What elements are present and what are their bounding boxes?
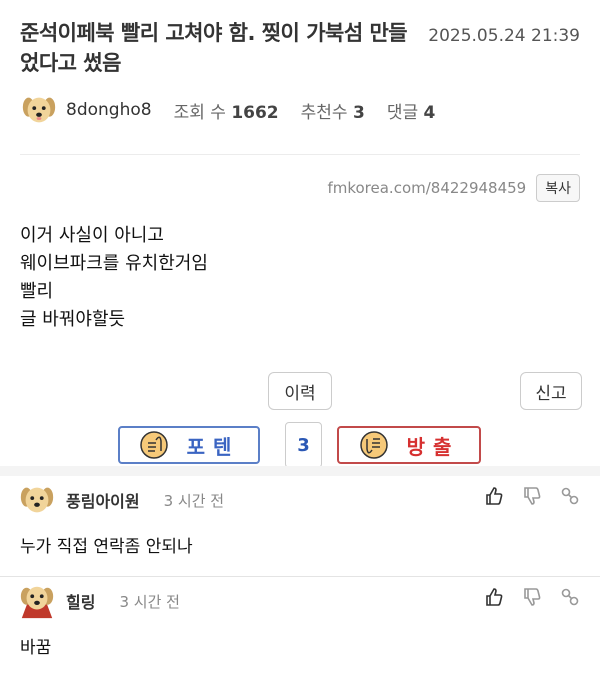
divider	[20, 154, 580, 155]
dog-avatar-icon[interactable]	[20, 91, 58, 129]
comment-actions	[484, 587, 580, 607]
thumbs-down-icon[interactable]	[522, 587, 542, 607]
dog-hero-avatar-icon[interactable]	[18, 582, 56, 620]
thumbs-up-icon[interactable]	[484, 587, 504, 607]
url-row: fmkorea.com/8422948459 복사	[327, 174, 580, 202]
comment-item: 풍림아이원 3 시간 전 누가 직접 연락좀 안되나	[0, 476, 600, 576]
post-body-line: 빨리	[20, 281, 54, 302]
comment-header: 풍림아이원 3 시간 전	[18, 480, 224, 520]
report-button[interactable]: 신고	[520, 372, 582, 410]
thumbs-down-hand-icon	[359, 431, 388, 459]
post-body-line: 웨이브파크를 유치한거임	[20, 253, 208, 274]
history-button[interactable]: 이력	[268, 372, 332, 410]
author-name[interactable]: 8dongho8	[66, 100, 152, 120]
comment-header: 힐링 3 시간 전	[18, 581, 180, 621]
comments-separator	[0, 466, 600, 476]
post-meta: 8dongho8 조회 수 1662 추천수 3 댓글 4	[20, 90, 457, 130]
comment-time: 3 시간 전	[119, 592, 180, 611]
link-icon[interactable]	[560, 587, 580, 607]
vote-up-label: 포텐	[186, 434, 240, 459]
post-url[interactable]: fmkorea.com/8422948459	[327, 179, 526, 197]
view-count: 조회 수 1662	[173, 102, 279, 123]
thumbs-down-icon[interactable]	[522, 486, 542, 506]
comment-count: 댓글 4	[386, 102, 436, 123]
vote-down-button[interactable]: 방출	[337, 426, 481, 464]
thumbs-up-hand-icon	[139, 431, 168, 459]
vote-down-label: 방출	[406, 434, 460, 459]
post-body: 이거 사실이 아니고 웨이브파크를 유치한거임 빨리 글 바꿔야할듯	[20, 222, 208, 334]
comment-text: 바꿈	[20, 638, 52, 658]
copy-button[interactable]: 복사	[536, 174, 580, 202]
comment-actions	[484, 486, 580, 506]
post-title: 준석이페북 빨리 고쳐야 함. 찢이 가북섬 만들었다고 썼음	[20, 21, 408, 75]
dog-avatar-icon[interactable]	[18, 481, 56, 519]
post-body-line: 글 바꿔야할듯	[20, 309, 126, 330]
post-date: 2025.05.24 21:39	[428, 26, 580, 46]
comment-author[interactable]: 힐링	[66, 589, 95, 613]
link-icon[interactable]	[560, 486, 580, 506]
recommend-count: 추천수 3	[300, 102, 365, 123]
comment-item: 힐링 3 시간 전 바꿈	[0, 576, 600, 687]
vote-up-button[interactable]: 포텐	[118, 426, 260, 464]
comment-author[interactable]: 풍림아이원	[66, 488, 140, 512]
thumbs-up-icon[interactable]	[484, 486, 504, 506]
comment-text: 누가 직접 연락좀 안되나	[20, 537, 193, 557]
comment-time: 3 시간 전	[163, 491, 225, 510]
vote-count: 3	[285, 422, 322, 468]
post-body-line: 이거 사실이 아니고	[20, 225, 164, 246]
